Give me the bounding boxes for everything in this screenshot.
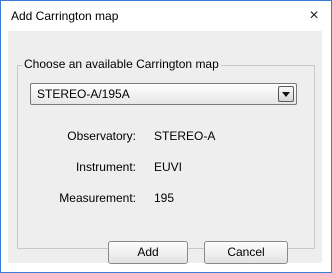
observatory-value: STEREO-A (154, 129, 216, 143)
cancel-button[interactable]: Cancel (204, 241, 288, 264)
instrument-label: Instrument: (75, 160, 136, 174)
title-bar[interactable]: Add Carrington map × (1, 1, 331, 31)
dialog-content: Choose an available Carrington map STERE… (8, 31, 322, 264)
carrington-map-dropdown[interactable]: STEREO-A/195A (30, 83, 297, 105)
close-icon[interactable]: × (297, 1, 331, 31)
dropdown-selected-value: STEREO-A/195A (37, 87, 130, 101)
measurement-value: 195 (154, 191, 175, 205)
chevron-down-icon[interactable] (278, 86, 294, 102)
observatory-label: Observatory: (67, 129, 136, 143)
add-button[interactable]: Add (108, 241, 188, 264)
window-title: Add Carrington map (11, 9, 119, 23)
measurement-label: Measurement: (59, 191, 136, 205)
instrument-value: EUVI (154, 160, 183, 174)
group-label: Choose an available Carrington map (22, 57, 221, 71)
